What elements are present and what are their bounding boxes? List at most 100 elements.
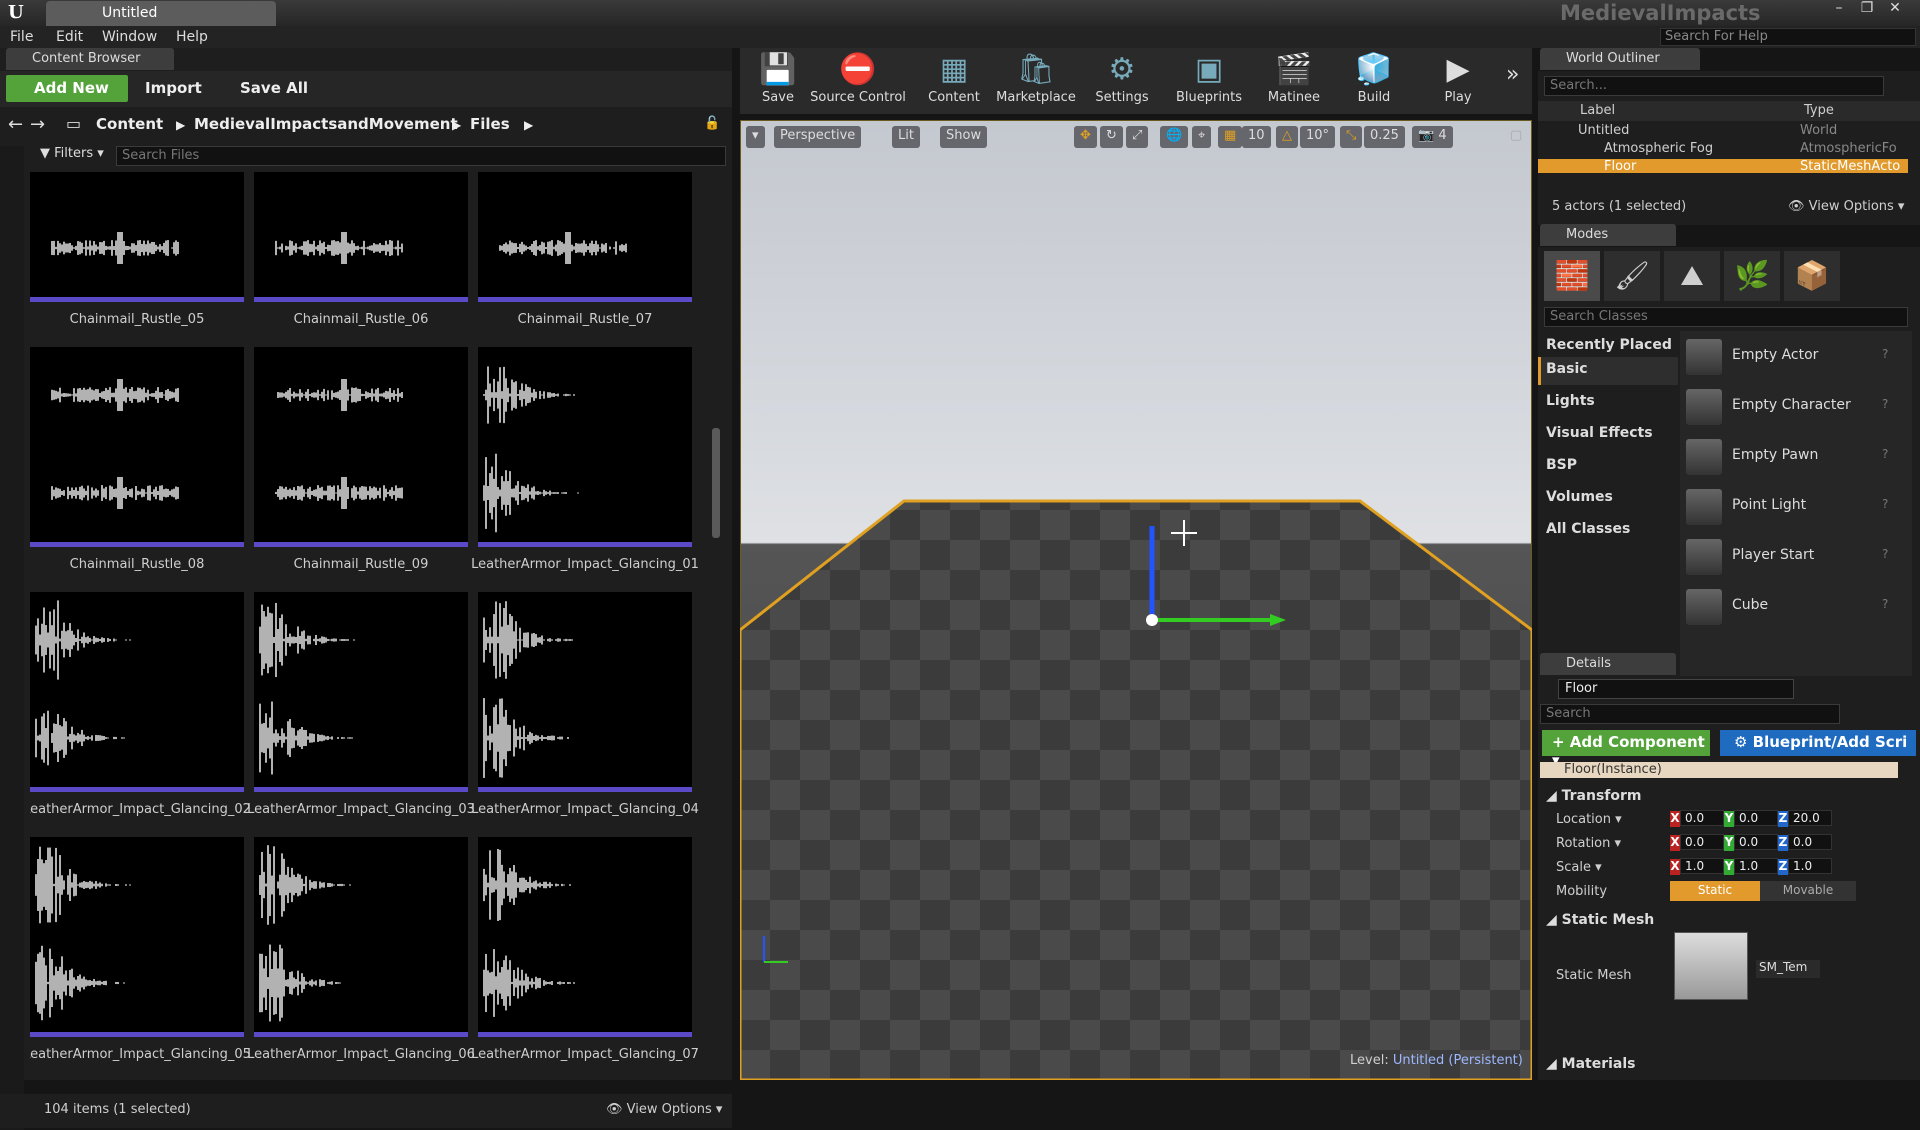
add-component-button[interactable]: + Add Component ▾ <box>1542 730 1710 756</box>
scale-label[interactable]: Scale ▾ <box>1556 860 1602 875</box>
rotation-label[interactable]: Rotation ▾ <box>1556 836 1621 851</box>
tab-details[interactable]: Details <box>1540 653 1676 675</box>
scale-snap-value[interactable]: 0.25 <box>1364 126 1405 148</box>
level-tab[interactable]: Untitled <box>46 1 276 26</box>
content-scrollbar[interactable] <box>712 428 720 538</box>
back-arrow-icon[interactable]: ← <box>8 114 23 135</box>
rotation-y[interactable]: 0.0 <box>1734 834 1778 850</box>
col-label[interactable]: Label <box>1580 103 1615 118</box>
mesh-thumbnail[interactable] <box>1674 932 1748 1000</box>
help-icon[interactable]: ? <box>1882 547 1888 561</box>
mobility-static-button[interactable]: Static <box>1670 881 1760 901</box>
breadcrumb-folder[interactable]: MedievalImpactsandMovement <box>194 115 458 133</box>
asset-tile[interactable]: LeatherArmor_Impact_Glancing_03 <box>254 592 468 832</box>
class-empty-character[interactable]: Empty Character? <box>1686 385 1904 431</box>
toolbar-save-button[interactable]: 💾 Save <box>740 50 816 112</box>
add-new-button[interactable]: Add New <box>6 75 128 102</box>
rotation-snap-value[interactable]: 10° <box>1300 126 1335 148</box>
place-mode-icon[interactable]: 🧱 <box>1544 251 1600 301</box>
mobility-movable-button[interactable]: Movable <box>1760 881 1856 901</box>
mesh-dropdown[interactable]: SM_Tem <box>1756 960 1820 978</box>
outliner-search-input[interactable]: Search... <box>1544 76 1884 96</box>
component-instance-row[interactable]: Floor(Instance) <box>1540 762 1898 778</box>
class-cube[interactable]: Cube? <box>1686 585 1904 631</box>
toolbar-build-button[interactable]: 🧊 Build <box>1336 50 1412 112</box>
tab-world-outliner[interactable]: World Outliner <box>1540 48 1700 70</box>
toolbar-settings-button[interactable]: ⚙ Settings <box>1084 50 1160 112</box>
restore-icon[interactable]: ❐ <box>1854 0 1880 20</box>
lit-button[interactable]: Lit <box>892 126 920 148</box>
import-button[interactable]: Import <box>145 79 202 97</box>
category-volumes[interactable]: Volumes <box>1546 489 1613 505</box>
menu-file[interactable]: File <box>10 29 33 45</box>
toolbar-blueprints-button[interactable]: ▣ Blueprints <box>1166 50 1252 112</box>
scale-snap-icon[interactable]: ⤡ <box>1340 126 1362 148</box>
save-all-button[interactable]: Save All <box>240 79 308 97</box>
class-empty-actor[interactable]: Empty Actor? <box>1686 335 1904 381</box>
search-files-input[interactable]: Search Files <box>116 146 726 166</box>
transform-header[interactable]: ◢ Transform <box>1546 788 1642 804</box>
help-icon[interactable]: ? <box>1882 447 1888 461</box>
help-icon[interactable]: ? <box>1882 347 1888 361</box>
breadcrumb-files[interactable]: Files <box>470 115 510 133</box>
location-label[interactable]: Location ▾ <box>1556 812 1622 827</box>
scale-x[interactable]: 1.0 <box>1680 858 1724 874</box>
minimize-icon[interactable]: – <box>1826 0 1852 20</box>
details-search-input[interactable]: Search <box>1540 704 1840 724</box>
asset-tile[interactable]: Chainmail_Rustle_08 <box>30 347 244 587</box>
scale-icon[interactable]: ⤢ <box>1126 126 1148 148</box>
toolbar-play-button[interactable]: ▶ Play <box>1420 50 1496 112</box>
location-y[interactable]: 0.0 <box>1734 810 1778 826</box>
asset-tile[interactable]: Chainmail_Rustle_07 <box>478 172 692 342</box>
category-lights[interactable]: Lights <box>1546 393 1595 409</box>
world-icon[interactable]: 🌐 <box>1160 126 1188 148</box>
asset-tile[interactable]: LeatherArmor_Impact_Glancing_02 <box>30 592 244 832</box>
viewport-options-button[interactable]: ▾ <box>746 126 765 148</box>
asset-tile[interactable]: LeatherArmor_Impact_Glancing_04 <box>478 592 692 832</box>
grid-snap-icon[interactable]: ▦ <box>1218 126 1242 148</box>
toolbar-content-button[interactable]: ▦ Content <box>916 50 992 112</box>
asset-tile[interactable]: LeatherArmor_Impact_Glancing_07 <box>478 837 692 1077</box>
category-basic[interactable]: Basic <box>1546 361 1588 377</box>
help-icon[interactable]: ? <box>1882 597 1888 611</box>
col-type[interactable]: Type <box>1804 103 1834 118</box>
class-player-start[interactable]: Player Start? <box>1686 535 1904 581</box>
menu-window[interactable]: Window <box>102 29 157 45</box>
class-point-light[interactable]: Point Light? <box>1686 485 1904 531</box>
category-recently-placed[interactable]: Recently Placed <box>1546 337 1672 353</box>
geometry-mode-icon[interactable]: 📦 <box>1784 251 1840 301</box>
static-mesh-header[interactable]: ◢ Static Mesh <box>1546 912 1654 928</box>
help-icon[interactable]: ? <box>1882 497 1888 511</box>
blueprint-button[interactable]: ⚙ Blueprint/Add Scri <box>1720 730 1916 756</box>
outliner-row[interactable]: Atmospheric Fog AtmosphericFo <box>1538 141 1908 159</box>
outliner-view-options[interactable]: 👁 View Options ▾ <box>1788 199 1904 214</box>
perspective-button[interactable]: Perspective <box>774 126 861 148</box>
toolbar-source-control-button[interactable]: ⛔ Source Control <box>808 50 908 112</box>
menu-help[interactable]: Help <box>176 29 208 45</box>
category-visual-effects[interactable]: Visual Effects <box>1546 425 1653 441</box>
close-icon[interactable]: ✕ <box>1882 0 1908 20</box>
tab-content-browser[interactable]: Content Browser <box>6 48 174 70</box>
landscape-mode-icon[interactable]: ⛰ <box>1664 251 1720 301</box>
toolbar-matinee-button[interactable]: 🎬 Matinee <box>1256 50 1332 112</box>
location-x[interactable]: 0.0 <box>1680 810 1724 826</box>
search-classes-input[interactable]: Search Classes <box>1544 307 1908 327</box>
asset-tile[interactable]: Chainmail_Rustle_05 <box>30 172 244 342</box>
toolbar-marketplace-button[interactable]: 🛍 Marketplace <box>992 50 1080 112</box>
surface-snap-icon[interactable]: ⌖ <box>1192 126 1211 148</box>
toolbar-overflow-icon[interactable]: » <box>1506 62 1519 87</box>
lock-icon[interactable]: 🔓 <box>704 116 720 131</box>
scale-z[interactable]: 1.0 <box>1788 858 1832 874</box>
rotation-snap-icon[interactable]: △ <box>1276 126 1298 148</box>
help-search-input[interactable]: Search For Help <box>1660 28 1916 46</box>
grid-snap-value[interactable]: 10 <box>1242 126 1271 148</box>
paint-mode-icon[interactable]: 🖌 <box>1604 251 1660 301</box>
breadcrumb-content[interactable]: Content <box>96 115 163 133</box>
view-options-button[interactable]: 👁 View Options ▾ <box>606 1102 722 1117</box>
maximize-viewport-icon[interactable]: ▢ <box>1510 128 1522 143</box>
filters-button[interactable]: ▼ Filters ▾ <box>40 146 114 166</box>
outliner-row-selected[interactable]: Floor StaticMeshActo <box>1538 159 1908 173</box>
asset-tile[interactable]: LeatherArmor_Impact_Glancing_01 <box>478 347 692 587</box>
location-z[interactable]: 20.0 <box>1788 810 1832 826</box>
asset-tile[interactable]: Chainmail_Rustle_09 <box>254 347 468 587</box>
